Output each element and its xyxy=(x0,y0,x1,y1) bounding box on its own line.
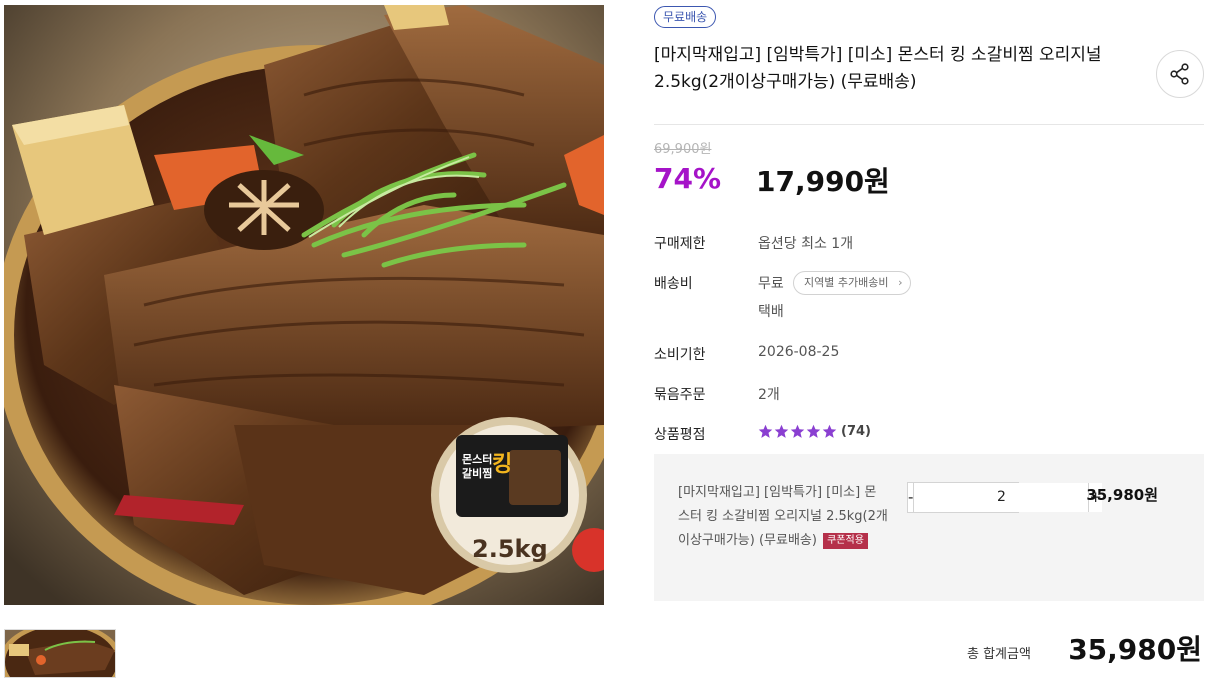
package-weight-text: 2.5kg xyxy=(472,535,548,563)
star-icon xyxy=(806,424,821,438)
purchase-limit-value: 옵션당 최소 1개 xyxy=(758,236,854,252)
shipping-fee-value: 무료 xyxy=(758,276,784,292)
discount-rate: 74% xyxy=(654,162,722,195)
star-icon xyxy=(790,424,805,438)
expiry-date-value: 2026-08-25 xyxy=(758,344,840,360)
coupon-applied-badge: 쿠폰적용 xyxy=(823,532,868,549)
bundle-order-label: 묶음주문 xyxy=(654,387,706,403)
star-icon xyxy=(758,424,773,438)
product-detail-page: 몬스터 갈비찜 킹 2.5kg 무료배송 [마지막재입고] [임박특가] [미소… xyxy=(0,0,1214,678)
package-name-line2: 갈비찜 xyxy=(462,466,492,480)
share-icon xyxy=(1170,63,1189,85)
review-count: (74) xyxy=(841,424,871,439)
product-main-image: 몬스터 갈비찜 킹 2.5kg xyxy=(4,5,604,605)
thumbnail-image-1[interactable] xyxy=(4,629,116,678)
package-name-line1: 몬스터 xyxy=(462,452,492,466)
option-price: 35,980원 xyxy=(1086,486,1158,504)
title-divider xyxy=(654,124,1204,125)
thumbnail-photo xyxy=(5,630,115,677)
option-name: [마지막재입고] [임박특가] [미소] 몬스터 킹 소갈비찜 오리지널 2.5… xyxy=(678,481,888,553)
sale-price: 17,990원 xyxy=(756,165,890,198)
quantity-stepper: - + xyxy=(907,482,1102,513)
quantity-input[interactable] xyxy=(914,483,1089,512)
product-title: [마지막재입고] [임박특가] [미소] 몬스터 킹 소갈비찜 오리지널 2.5… xyxy=(654,45,1102,92)
package-king-text: 킹 xyxy=(492,452,512,477)
purchase-limit-label: 구매제한 xyxy=(654,236,706,252)
regional-shipping-fee-button[interactable]: 지역별 추가배송비 › xyxy=(793,271,912,295)
star-icon xyxy=(774,424,789,438)
chevron-right-icon: › xyxy=(898,276,903,289)
shipping-fee-label: 배송비 xyxy=(654,276,693,292)
star-icon xyxy=(822,424,837,438)
rating-stars[interactable]: (74) xyxy=(758,424,871,439)
bundle-order-value: 2개 xyxy=(758,387,780,403)
rating-label: 상품평점 xyxy=(654,427,706,443)
product-info-panel: 무료배송 [마지막재입고] [임박특가] [미소] 몬스터 킹 소갈비찜 오리지… xyxy=(654,0,1204,678)
free-shipping-badge: 무료배송 xyxy=(654,6,717,28)
total-amount-value: 35,980원 xyxy=(1068,633,1202,666)
regional-shipping-fee-label: 지역별 추가배송비 xyxy=(804,276,889,289)
shipping-method-value: 택배 xyxy=(758,304,784,320)
braised-short-ribs-photo: 몬스터 갈비찜 킹 2.5kg xyxy=(4,5,604,605)
share-button[interactable] xyxy=(1156,50,1204,98)
original-price: 69,900원 xyxy=(654,142,712,157)
total-amount-label: 총 합계금액 xyxy=(967,647,1031,662)
expiry-date-label: 소비기한 xyxy=(654,347,706,363)
selected-option-box: [마지막재입고] [임박특가] [미소] 몬스터 킹 소갈비찜 오리지널 2.5… xyxy=(654,454,1204,601)
